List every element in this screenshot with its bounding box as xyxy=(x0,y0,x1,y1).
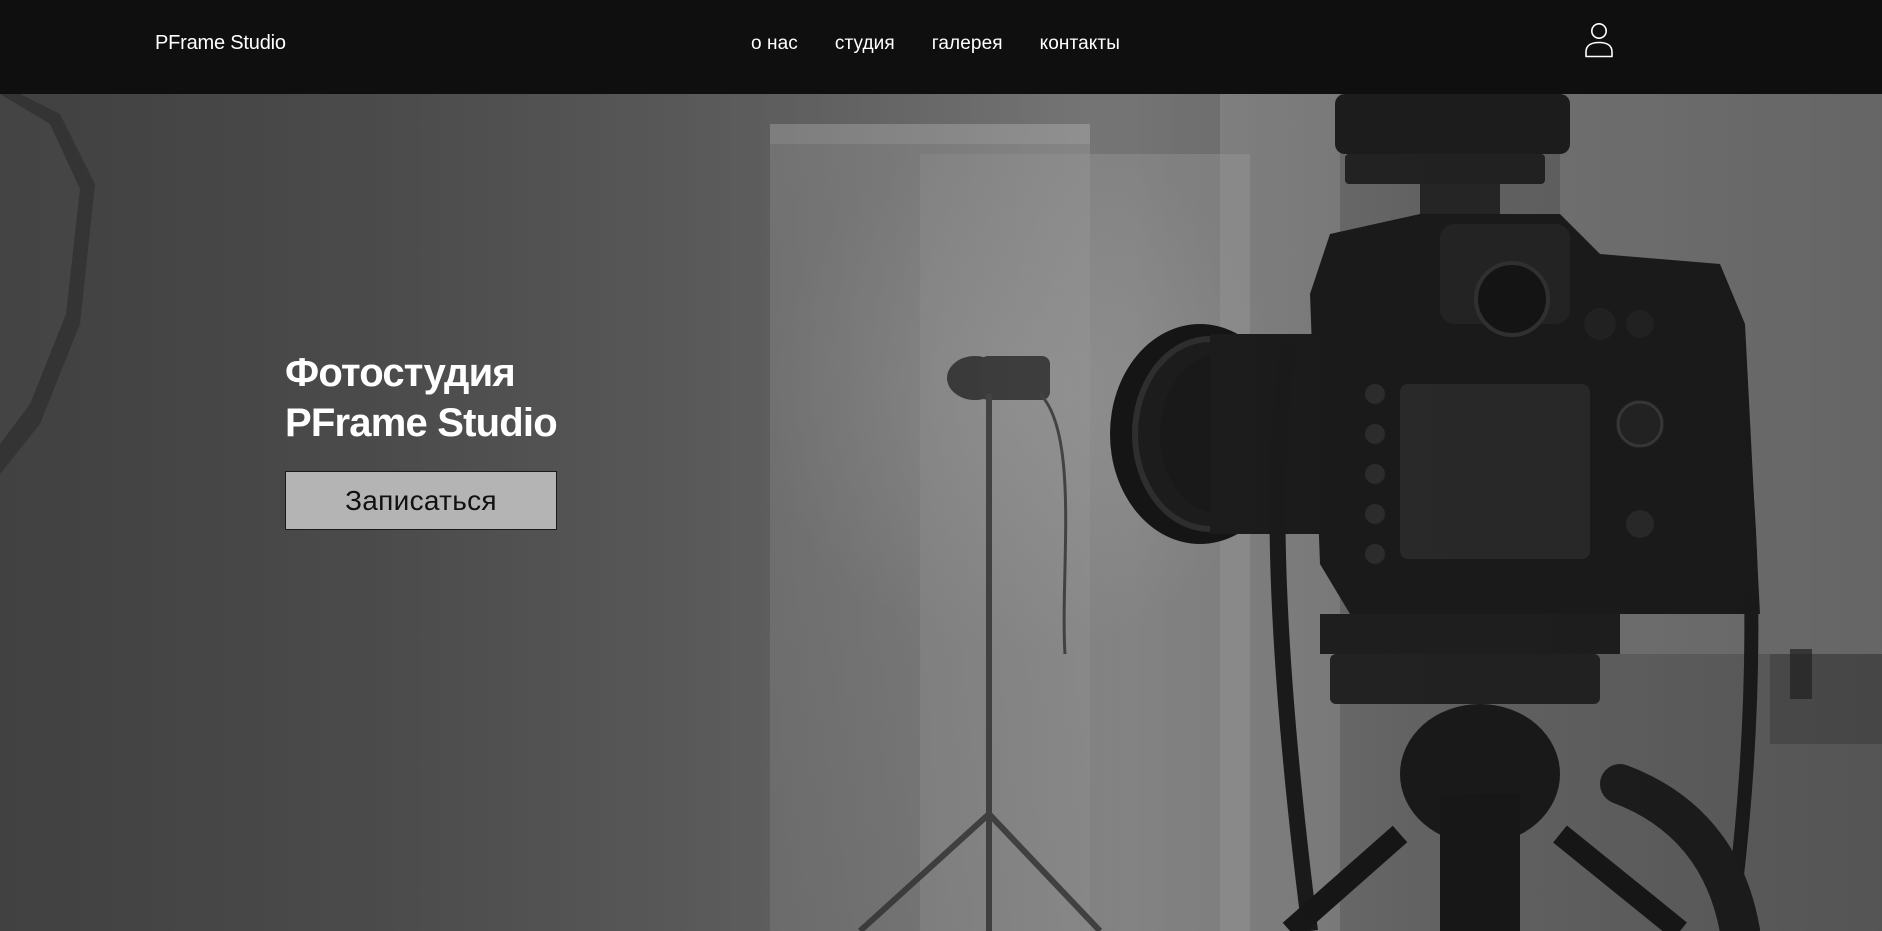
nav-link-contacts[interactable]: контакты xyxy=(1040,33,1120,55)
hero-title: Фотостудия PFrame Studio xyxy=(285,348,705,448)
user-icon xyxy=(1585,23,1613,58)
book-session-button[interactable]: Записаться xyxy=(285,471,557,530)
hero-section: Фотостудия PFrame Studio Записаться xyxy=(0,94,1882,931)
hero-title-line-2: PFrame Studio xyxy=(285,401,558,445)
site-header: PFrame Studio о нас студия галерея конта… xyxy=(0,0,1882,94)
hero-title-line-1: Фотостудия xyxy=(285,351,516,395)
main-nav: о нас студия галерея контакты xyxy=(751,33,1120,55)
nav-link-about[interactable]: о нас xyxy=(751,33,798,55)
nav-link-gallery[interactable]: галерея xyxy=(932,33,1003,55)
account-button[interactable] xyxy=(1584,22,1614,58)
logo-link[interactable]: PFrame Studio xyxy=(155,32,286,55)
nav-link-studio[interactable]: студия xyxy=(835,33,895,55)
page: PFrame Studio о нас студия галерея конта… xyxy=(0,0,1882,931)
hero-overlay xyxy=(0,94,1882,931)
